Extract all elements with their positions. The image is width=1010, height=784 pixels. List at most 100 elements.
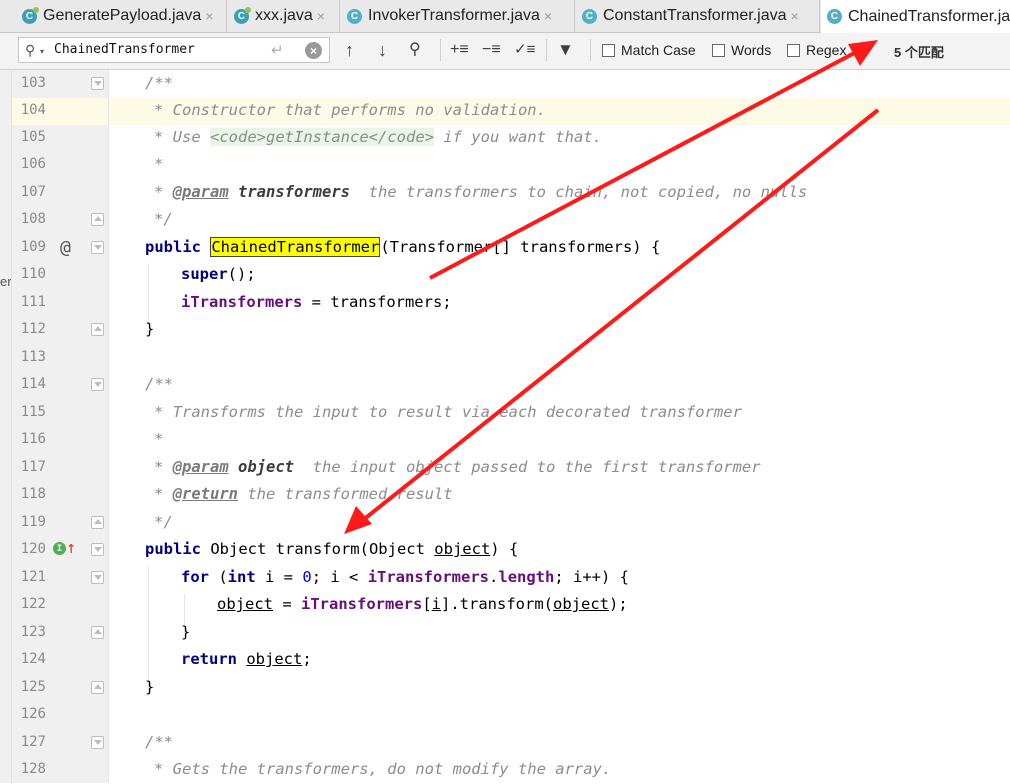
- clear-search-icon[interactable]: ×: [305, 42, 322, 59]
- fold-marker[interactable]: [91, 323, 104, 336]
- line-number: 108: [20, 211, 46, 227]
- match-case-label: Match Case: [621, 42, 696, 58]
- tab-xxx[interactable]: C xxx.java ×: [228, 0, 340, 32]
- previous-occurrence-icon[interactable]: ↑: [345, 40, 354, 60]
- checkbox-box[interactable]: [602, 43, 615, 57]
- tab-label: ConstantTransformer.java: [603, 7, 787, 24]
- tab-label: xxx.java: [255, 7, 313, 24]
- code-text: *: [154, 430, 164, 448]
- line-number: 124: [20, 651, 46, 667]
- override-annotation-icon[interactable]: @: [60, 237, 71, 258]
- code-text: public Object transform(Object object) {: [145, 540, 519, 558]
- code-line: 126: [0, 702, 1010, 729]
- next-occurrence-icon[interactable]: ↓: [378, 40, 387, 60]
- code-text: return object;: [181, 650, 312, 668]
- code-text: }: [145, 678, 155, 696]
- code-line: 120 I ↑ public Object transform(Object o…: [0, 537, 1010, 564]
- search-icon[interactable]: ⚲: [25, 42, 35, 59]
- line-number: 119: [20, 514, 46, 530]
- tab-label: GeneratePayload.java: [43, 7, 202, 24]
- close-icon[interactable]: ×: [544, 8, 552, 24]
- code-line: 106 *: [0, 152, 1010, 179]
- close-icon[interactable]: ×: [790, 8, 798, 24]
- toolbar-separator: [590, 39, 591, 61]
- java-class-icon: C: [347, 8, 362, 24]
- tab-invoker-transformer[interactable]: C InvokerTransformer.java ×: [341, 0, 575, 32]
- code-text: for (int i = 0; i < iTransformers.length…: [181, 568, 630, 586]
- tab-chained-transformer[interactable]: C ChainedTransformer.java: [821, 0, 1010, 33]
- code-line: 119 */: [0, 510, 1010, 537]
- search-match: ChainedTransformer: [210, 237, 381, 257]
- java-class-icon: C: [582, 8, 597, 24]
- line-number: 125: [20, 679, 46, 695]
- toolbar-separator: [546, 39, 547, 61]
- close-icon[interactable]: ×: [205, 8, 213, 24]
- code-text: *: [154, 155, 164, 173]
- match-case-checkbox[interactable]: Match Case: [602, 42, 696, 58]
- line-number: 122: [20, 596, 46, 612]
- regex-checkbox[interactable]: Regex: [787, 42, 846, 58]
- arrow-up-icon[interactable]: ↑: [66, 538, 76, 558]
- close-icon[interactable]: ×: [317, 8, 325, 24]
- fold-marker[interactable]: [91, 543, 104, 556]
- code-line: 110 super();: [0, 262, 1010, 289]
- line-number: 113: [20, 349, 46, 365]
- search-input[interactable]: [52, 41, 256, 58]
- fold-marker[interactable]: [91, 77, 104, 90]
- code-line-current: 104 * Constructor that performs no valid…: [0, 98, 1010, 125]
- find-all-icon[interactable]: ⚲: [409, 40, 421, 60]
- java-class-icon: C: [234, 6, 251, 24]
- fold-marker[interactable]: [91, 626, 104, 639]
- code-text: * @param object the input object passed …: [154, 458, 761, 476]
- fold-marker[interactable]: [91, 213, 104, 226]
- code-line: 113: [0, 345, 1010, 372]
- code-line: 109 @ public ChainedTransformer(Transfor…: [0, 235, 1010, 262]
- fold-marker[interactable]: [91, 681, 104, 694]
- code-line: 105 * Use <code>getInstance</code> if yo…: [0, 125, 1010, 152]
- code-line: 107 * @param transformers the transforme…: [0, 180, 1010, 207]
- line-number: 116: [20, 431, 46, 447]
- remove-occurrence-icon[interactable]: −≡: [482, 40, 501, 60]
- line-number: 106: [20, 156, 46, 172]
- line-number: 126: [20, 706, 46, 722]
- checkbox-box[interactable]: [712, 43, 725, 57]
- select-all-occurrences-icon[interactable]: ✓≡: [514, 40, 535, 60]
- chevron-down-icon[interactable]: ▾: [40, 47, 44, 56]
- tab-generate-payload[interactable]: C GeneratePayload.java ×: [16, 0, 227, 32]
- line-number: 105: [20, 129, 46, 145]
- search-field[interactable]: ⚲ ▾ ↵ ×: [18, 37, 330, 63]
- words-checkbox[interactable]: Words: [712, 42, 771, 58]
- fold-marker[interactable]: [91, 516, 104, 529]
- code-text: object = iTransformers[i].transform(obje…: [217, 595, 628, 613]
- editor-tab-bar: C GeneratePayload.java × C xxx.java × C …: [0, 0, 1010, 33]
- line-number: 120: [20, 541, 46, 557]
- implements-method-icon[interactable]: I: [53, 542, 66, 555]
- code-text: * Use <code>getInstance</code> if you wa…: [154, 128, 602, 146]
- code-text: iTransformers = transformers;: [181, 293, 452, 311]
- words-label: Words: [731, 42, 772, 58]
- code-text: }: [145, 320, 155, 338]
- code-line: 118 * @return the transformed result: [0, 482, 1010, 509]
- code-text: }: [181, 623, 191, 641]
- code-text: * Constructor that performs no validatio…: [154, 101, 546, 119]
- java-class-icon: C: [22, 6, 39, 24]
- fold-marker[interactable]: [91, 241, 104, 254]
- line-number: 123: [20, 624, 46, 640]
- code-text: */: [154, 513, 173, 531]
- checkbox-box[interactable]: [787, 43, 800, 57]
- fold-marker[interactable]: [91, 571, 104, 584]
- code-editor[interactable]: er 103 /** 104 * Constructor that perfor…: [0, 70, 1010, 783]
- tab-constant-transformer[interactable]: C ConstantTransformer.java ×: [576, 0, 820, 32]
- line-number: 121: [20, 569, 46, 585]
- fold-marker[interactable]: [91, 378, 104, 391]
- filter-icon[interactable]: ▼: [557, 40, 574, 60]
- line-number: 111: [20, 294, 46, 310]
- code-text: /**: [145, 74, 173, 92]
- add-occurrence-icon[interactable]: +≡: [450, 40, 469, 60]
- java-class-icon: C: [827, 9, 842, 24]
- line-number: 104: [20, 102, 46, 118]
- fold-marker[interactable]: [91, 736, 104, 749]
- line-number: 127: [20, 734, 46, 750]
- code-line: 124 return object;: [0, 647, 1010, 674]
- line-number: 115: [20, 404, 46, 420]
